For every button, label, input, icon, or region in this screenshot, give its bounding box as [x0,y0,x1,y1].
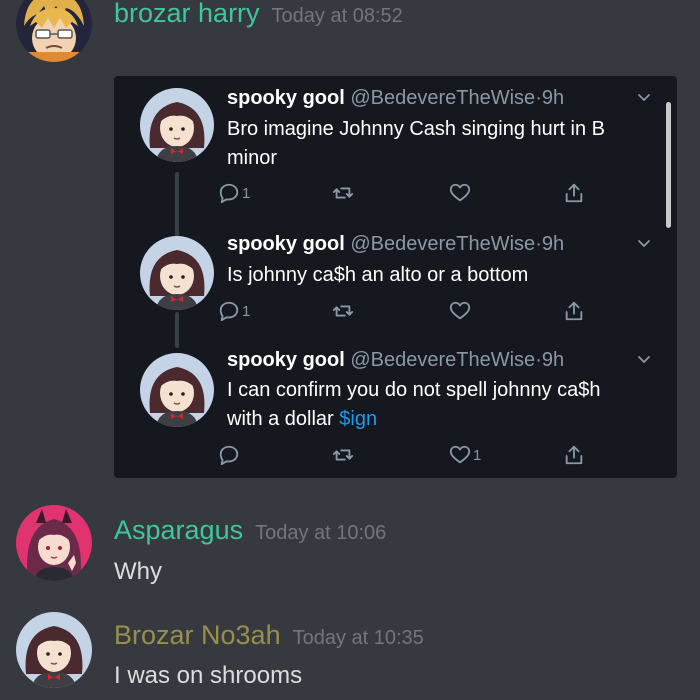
chat-view: brozar harry Today at 08:52 spooky gool … [0,0,700,700]
tweet-text-line: with a dollar $ign [227,405,601,434]
tweet-avatar-image [140,236,214,310]
tweet-avatar[interactable] [140,236,214,310]
tweet-text-line: Bro imagine Johnny Cash singing hurt in … [227,118,605,140]
reply-icon [219,445,239,466]
tweet-avatar-image [140,88,214,162]
share-button[interactable] [563,298,585,324]
tweet-actions: 1 [218,442,598,468]
thread-line [175,312,179,348]
share-icon [565,183,583,203]
tweet-header: spooky gool @BedevereTheWise·9h [227,87,564,110]
share-button[interactable] [563,180,585,206]
chevron-down-icon[interactable] [637,237,651,251]
tweet-author-name[interactable]: spooky gool [227,233,345,255]
tweet-text: Bro imagine Johnny Cash singing hurt in … [227,115,605,173]
message-author[interactable]: Asparagus [114,515,243,546]
tweet-age[interactable]: 9h [542,349,564,371]
tweet-embed[interactable]: spooky gool @BedevereTheWise·9h Bro imag… [114,76,677,478]
message-author[interactable]: brozar harry [114,0,260,29]
chevron-down-icon[interactable] [637,353,651,367]
like-button[interactable] [449,298,473,324]
like-count: 1 [473,446,482,464]
tweet-author-name[interactable]: spooky gool [227,87,345,109]
tweet-header: spooky gool @BedevereTheWise·9h [227,233,564,256]
tweet-age[interactable]: 9h [542,87,564,109]
tweet-author-handle[interactable]: @BedevereTheWise [350,87,535,109]
tweet-age[interactable]: 9h [542,233,564,255]
tweet-text-line: minor [227,147,278,169]
tweet-avatar[interactable] [140,353,214,427]
tweet-avatar[interactable] [140,88,214,162]
reply-button[interactable]: 1 [218,298,250,324]
retweet-icon [332,305,354,317]
tweet-actions: 1 [218,180,598,206]
heart-icon [449,301,471,320]
retweet-icon [332,187,354,199]
reply-button[interactable] [218,442,242,468]
reply-icon [219,301,239,322]
message-text: Why [114,558,162,585]
tweet-text-line: Is johnny ca$h an alto or a bottom [227,264,529,286]
tweet-avatar-image [140,353,214,427]
reply-count: 1 [242,184,251,202]
retweet-button[interactable] [332,442,356,468]
message-timestamp: Today at 10:35 [292,627,424,649]
retweet-button[interactable] [332,298,356,324]
share-button[interactable] [563,442,585,468]
tweet-text-segment: with a dollar [227,408,340,430]
tweet-author-handle[interactable]: @BedevereTheWise [350,349,535,371]
retweet-button[interactable] [332,180,356,206]
reply-button[interactable]: 1 [218,180,250,206]
avatar[interactable] [16,505,92,581]
tweet-text: I can confirm you do not spell johnny ca… [227,376,601,434]
avatar-image [16,612,92,688]
avatar-image [16,0,92,62]
tweet-header: spooky gool @BedevereTheWise·9h [227,349,564,372]
message-timestamp: Today at 10:06 [255,522,387,544]
message-header: Asparagus Today at 10:06 [114,515,386,546]
avatar[interactable] [16,612,92,688]
tweet-text: Is johnny ca$h an alto or a bottom [227,261,528,290]
message-header: Brozar No3ah Today at 10:35 [114,620,424,651]
like-button[interactable]: 1 [449,442,481,468]
message-author[interactable]: Brozar No3ah [114,620,281,651]
chevron-down-icon[interactable] [637,91,651,105]
avatar-image [16,505,92,581]
tweet-separator: · [535,87,542,109]
message-timestamp: Today at 08:52 [271,5,403,27]
message-text: I was on shrooms [114,662,303,689]
message-header: brozar harry Today at 08:52 [114,0,403,29]
tweet-actions: 1 [218,298,598,324]
share-icon [565,301,583,321]
retweet-icon [332,449,354,461]
reply-count: 1 [242,302,251,320]
tweet-text-line: I can confirm you do not spell johnny ca… [227,379,601,401]
reply-icon [219,183,239,204]
tweet-separator: · [535,233,542,255]
like-button[interactable] [449,180,473,206]
heart-icon [449,183,471,202]
tweet-author-handle[interactable]: @BedevereTheWise [350,233,535,255]
avatar[interactable] [16,0,92,62]
heart-icon [449,445,471,464]
embed-scrollbar[interactable] [666,102,671,228]
share-icon [565,445,583,465]
tweet-separator: · [535,349,542,371]
cashtag-link[interactable]: $ign [339,408,377,430]
tweet-author-name[interactable]: spooky gool [227,349,345,371]
